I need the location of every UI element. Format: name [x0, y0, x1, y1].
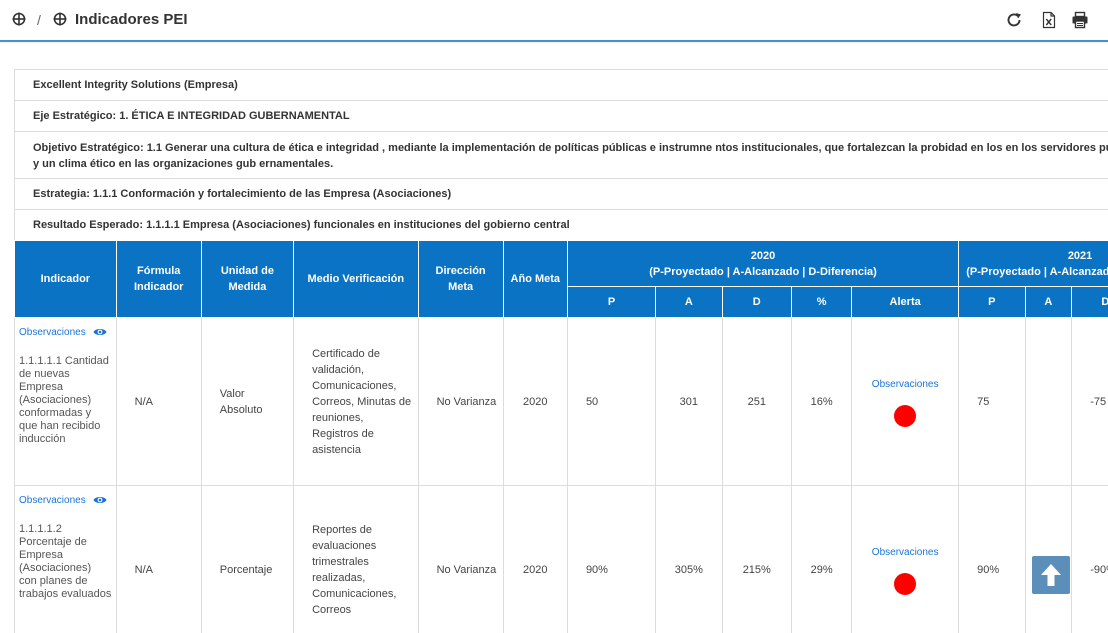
indicator-text: 1.1.1.1.1 Cantidad de nuevas Empresa (As… — [19, 355, 109, 445]
difference-2021-cell: -75 — [1071, 317, 1108, 486]
header-d-2021: D — [1071, 286, 1108, 318]
table-row: Observaciones 1.1.1.1.2 Porcentaje de Em… — [14, 485, 1108, 633]
projected-2021-cell: 90% — [958, 485, 1026, 633]
header-p-2021: P — [958, 286, 1026, 318]
unit-cell: Valor Absoluto — [200, 317, 295, 486]
header-pct: % — [791, 286, 853, 318]
alert-cell: Observaciones — [851, 317, 960, 486]
achieved-cell: 305% — [655, 485, 723, 633]
difference-cell: 251 — [721, 317, 793, 486]
header-d: D — [721, 286, 793, 318]
alert-observaciones-link[interactable]: Observaciones — [858, 377, 952, 393]
eye-icon[interactable] — [93, 327, 107, 337]
achieved-2021-cell — [1024, 317, 1073, 486]
indicator-text: 1.1.1.1.2 Porcentaje de Empresa (Asociac… — [19, 523, 112, 600]
year-cell: 2020 — [502, 317, 568, 486]
top-bar: / Indicadores PEI — [0, 0, 1108, 42]
expected-result-row: Resultado Esperado: 1.1.1.1 Empresa (Aso… — [14, 209, 1108, 240]
indicator-cell: Observaciones 1.1.1.1.1 Cantidad de nuev… — [14, 317, 117, 486]
indicator-cell: Observaciones 1.1.1.1.2 Porcentaje de Em… — [14, 485, 117, 633]
observaciones-link[interactable]: Observaciones — [19, 327, 86, 338]
header-year-2020: 2020 (P-Proyectado | A-Alcanzado | D-Dif… — [566, 240, 960, 287]
strategic-objective-row: Objetivo Estratégico: 1.1 Generar una cu… — [14, 131, 1108, 178]
projected-cell: 50 — [566, 317, 657, 486]
page-title: Indicadores PEI — [75, 11, 188, 28]
breadcrumb-separator: / — [37, 12, 41, 28]
header-p: P — [566, 286, 657, 318]
company-row: Excellent Integrity Solutions (Empresa) — [14, 69, 1108, 100]
header-indicador: Indicador — [14, 240, 117, 318]
strategy-row: Estrategia: 1.1.1 Conformación y fortale… — [14, 178, 1108, 209]
header-medio: Medio Verificación — [293, 240, 419, 318]
eye-icon[interactable] — [93, 495, 107, 505]
header-direccion: Dirección Meta — [417, 240, 504, 318]
year-cell: 2020 — [502, 485, 568, 633]
home-grid-icon[interactable] — [12, 12, 26, 26]
alert-cell: Observaciones — [851, 485, 960, 633]
excel-export-icon[interactable] — [1040, 11, 1058, 29]
difference-cell: 215% — [721, 485, 793, 633]
header-a: A — [655, 286, 723, 318]
header-year-2020-sub: (P-Proyectado | A-Alcanzado | D-Diferenc… — [649, 265, 877, 278]
direction-cell: No Varianza — [417, 485, 504, 633]
strategic-objective-text: Objetivo Estratégico: 1.1 Generar una cu… — [33, 142, 1108, 170]
header-year-2021-sub: (P-Proyectado | A-Alcanzado | D-Diferenc… — [966, 265, 1108, 278]
header-unidad: Unidad de Medida — [200, 240, 295, 318]
difference-2021-cell: -90% — [1071, 485, 1108, 633]
header-a-2021: A — [1024, 286, 1073, 318]
print-icon[interactable] — [1071, 11, 1089, 29]
header-year-2021: 2021 (P-Proyectado | A-Alcanzado | D-Dif… — [958, 240, 1108, 287]
achieved-cell: 301 — [655, 317, 723, 486]
verification-cell: Certificado de validación, Comunicacione… — [293, 317, 419, 486]
direction-cell: No Varianza — [417, 317, 504, 486]
observaciones-link[interactable]: Observaciones — [19, 495, 86, 506]
percent-cell: 16% — [791, 317, 853, 486]
scroll-top-button[interactable] — [1032, 556, 1070, 594]
header-year-2021-label: 2021 — [1067, 249, 1093, 262]
unit-cell: Porcentaje — [200, 485, 295, 633]
module-grid-icon[interactable] — [53, 12, 67, 26]
formula-cell: N/A — [115, 485, 202, 633]
projected-2021-cell: 75 — [958, 317, 1026, 486]
header-year-2020-label: 2020 — [750, 249, 776, 262]
header-anio: Año Meta — [502, 240, 568, 318]
indicators-table: Indicador Fórmula Indicador Unidad de Me… — [14, 240, 1108, 633]
header-alerta: Alerta — [851, 286, 960, 318]
refresh-icon[interactable] — [1005, 11, 1023, 29]
alert-observaciones-link[interactable]: Observaciones — [858, 545, 952, 561]
projected-cell: 90% — [566, 485, 657, 633]
formula-cell: N/A — [115, 317, 202, 486]
alert-status-dot — [894, 572, 917, 595]
verification-cell: Reportes de evaluaciones trimestrales re… — [293, 485, 419, 633]
arrow-up-icon — [1041, 564, 1061, 586]
strategic-axis-row: Eje Estratégico: 1. ÉTICA E INTEGRIDAD G… — [14, 100, 1108, 131]
indicator-report: Excellent Integrity Solutions (Empresa) … — [14, 69, 1108, 633]
header-formula: Fórmula Indicador — [115, 240, 202, 318]
table-row: Observaciones 1.1.1.1.1 Cantidad de nuev… — [14, 317, 1108, 486]
alert-status-dot — [894, 404, 917, 427]
percent-cell: 29% — [791, 485, 853, 633]
